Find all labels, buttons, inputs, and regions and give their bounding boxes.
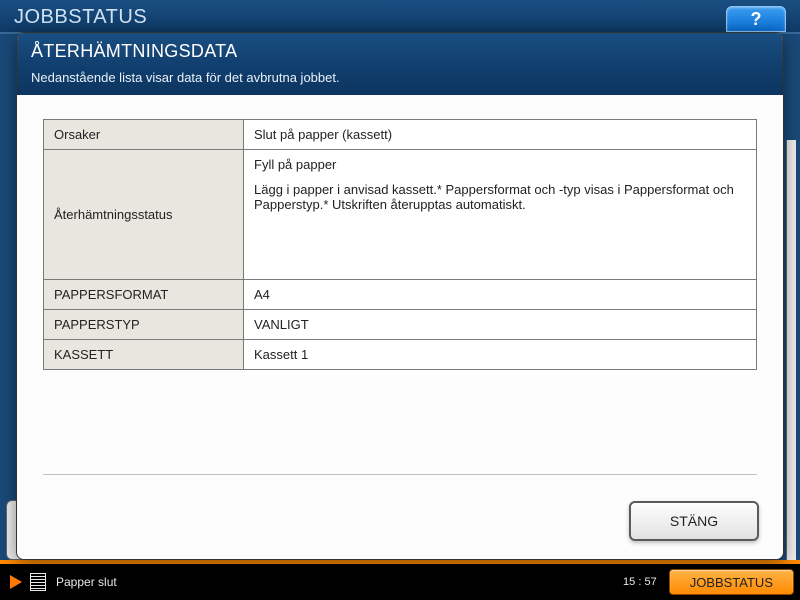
background-title: JOBBSTATUS: [14, 6, 147, 28]
recovery-status-label: Återhämtningsstatus: [44, 150, 244, 280]
paper-type-value: VANLIGT: [244, 310, 757, 340]
table-row: KASSETT Kassett 1: [44, 340, 757, 370]
status-message: Papper slut: [56, 575, 117, 589]
background-header: JOBBSTATUS: [0, 0, 800, 34]
recovery-status-value: Fyll på papper Lägg i papper i anvisad k…: [244, 150, 757, 280]
status-time: 15 : 57: [623, 575, 665, 589]
status-bar: Papper slut 15 : 57 JOBBSTATUS: [0, 564, 800, 600]
dialog-body: Orsaker Slut på papper (kassett) Återhäm…: [17, 95, 783, 559]
dialog-footer: STÄNG: [17, 487, 783, 559]
causes-value: Slut på papper (kassett): [244, 120, 757, 150]
recovery-data-dialog: ÅTERHÄMTNINGSDATA Nedanstående lista vis…: [16, 32, 784, 560]
table-row: PAPPERSFORMAT A4: [44, 280, 757, 310]
side-panel-stub: [786, 140, 796, 560]
recovery-line1: Fyll på papper: [254, 157, 746, 172]
paper-format-label: PAPPERSFORMAT: [44, 280, 244, 310]
document-icon: [30, 573, 46, 591]
play-icon: [10, 575, 22, 589]
causes-label: Orsaker: [44, 120, 244, 150]
dialog-subtitle: Nedanstående lista visar data för det av…: [17, 66, 783, 95]
dialog-title: ÅTERHÄMTNINGSDATA: [17, 33, 783, 66]
tray-value: Kassett 1: [244, 340, 757, 370]
table-row: Orsaker Slut på papper (kassett): [44, 120, 757, 150]
help-button[interactable]: ?: [726, 6, 786, 32]
dialog-divider: [43, 474, 757, 475]
close-button[interactable]: STÄNG: [629, 501, 759, 541]
tray-label: KASSETT: [44, 340, 244, 370]
paper-type-label: PAPPERSTYP: [44, 310, 244, 340]
jobstatus-button[interactable]: JOBBSTATUS: [669, 569, 794, 595]
table-row: Återhämtningsstatus Fyll på papper Lägg …: [44, 150, 757, 280]
recovery-line2: Lägg i papper i anvisad kassett.* Papper…: [254, 182, 746, 212]
paper-format-value: A4: [244, 280, 757, 310]
table-row: PAPPERSTYP VANLIGT: [44, 310, 757, 340]
recovery-table: Orsaker Slut på papper (kassett) Återhäm…: [43, 119, 757, 370]
help-icon: ?: [751, 9, 762, 29]
